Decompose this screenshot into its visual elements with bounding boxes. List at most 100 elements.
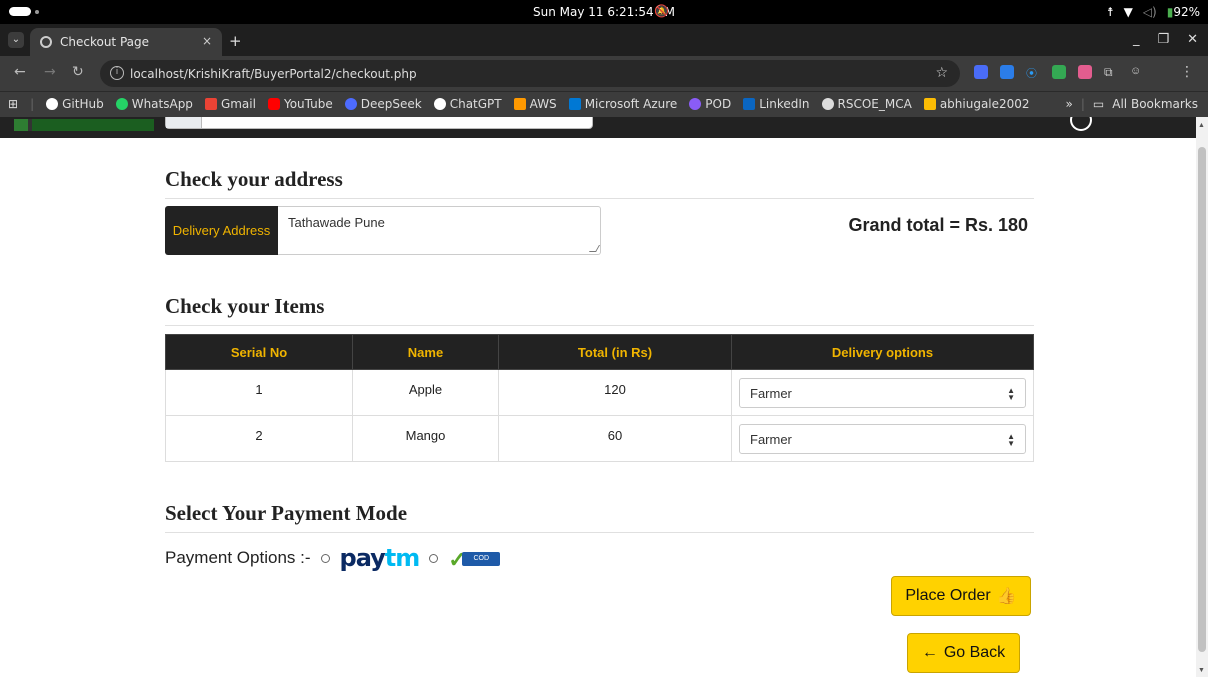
bookmark-star-icon[interactable]: ☆ [935,65,948,81]
extension-badge-icon[interactable] [1078,65,1092,79]
reload-icon[interactable]: ↻ [72,64,84,80]
all-bookmarks-button[interactable]: All Bookmarks [1112,97,1198,111]
bookmark-label: abhiugale2002 [939,97,1030,111]
payment-options-row: Payment Options :- paytm ✓ COD [165,544,501,572]
battery-percent: 92% [1173,5,1200,19]
address-heading: Check your address [165,167,1034,199]
extension-icon[interactable] [1052,65,1066,79]
globe-icon [40,36,52,48]
new-tab-button[interactable]: + [229,32,242,50]
paytm-logo: paytm [339,544,421,572]
bookmark-label: GitHub [62,97,104,111]
pod-icon [689,98,702,110]
bookmark-label: WhatsApp [131,97,193,111]
deepseek-icon [344,98,357,110]
url-text[interactable]: localhost/KrishiKraft/BuyerPortal2/check… [130,67,417,81]
bookmarks-bar: ⊞ | GitHub WhatsApp Gmail YouTube DeepSe… [0,91,1208,117]
tab-close-button[interactable]: × [202,34,212,48]
bookmark-github[interactable]: GitHub [46,97,104,111]
accessibility-icon[interactable]: ☨ [1107,5,1114,19]
payment-options-label: Payment Options :- [165,548,311,567]
bookmark-drive[interactable]: abhiugale2002 [923,97,1030,111]
paytm-radio[interactable] [320,553,330,563]
cell-total: 120 [498,369,732,416]
browser-menu-icon[interactable]: ⋮ [1180,64,1194,80]
whatsapp-icon [115,98,128,110]
bookmarks-divider: | [1080,97,1085,111]
page-viewport: Check your address Delivery Address Tath… [0,117,1196,677]
tab-search-icon[interactable]: ⌄ [8,32,24,48]
extension-icon[interactable] [974,65,988,79]
page-scrollbar[interactable]: ▲ ▼ [1196,117,1208,677]
profile-icon[interactable]: ☺ [1130,65,1144,79]
address-bar[interactable]: i localhost/KrishiKraft/BuyerPortal2/che… [100,60,960,87]
bookmark-label: YouTube [283,97,333,111]
globe-icon [821,98,834,110]
cell-total: 60 [498,415,732,462]
bookmark-azure[interactable]: Microsoft Azure [568,97,677,111]
paytm-logo-part1: pay [339,544,386,572]
bookmark-aws[interactable]: AWS [513,97,557,111]
restore-icon[interactable]: ❐ [1157,32,1169,47]
tab-title: Checkout Page [60,35,150,49]
select-arrows-icon: ▲ ▼ [1007,432,1015,448]
site-logo[interactable] [14,119,154,131]
extension-icon[interactable] [1000,65,1014,79]
delivery-address-label: Delivery Address [165,206,278,255]
extension-icons: ⦿ ⧉ ☺ [974,65,1144,80]
aws-icon [513,98,526,110]
forward-arrow-icon[interactable]: → [44,64,56,80]
site-search-button[interactable] [166,117,202,128]
site-navbar [0,117,1196,138]
select-arrows-icon: ▲ ▼ [1007,386,1015,402]
puzzle-icon[interactable]: ⧉ [1104,65,1118,79]
battery-indicator: ▮92% [1167,5,1200,19]
back-arrow-icon[interactable]: ← [14,64,26,80]
column-header-serial: Serial No [165,334,353,370]
minimize-icon[interactable]: _ [1133,32,1140,47]
bookmark-rscoe[interactable]: RSCOE_MCA [821,97,912,111]
bookmark-label: ChatGPT [449,97,502,111]
scroll-thumb[interactable] [1198,147,1206,652]
bookmark-deepseek[interactable]: DeepSeek [344,97,422,111]
cod-label: COD [462,552,501,566]
close-window-icon[interactable]: ✕ [1187,32,1198,47]
site-info-icon[interactable]: i [110,66,124,80]
bookmark-gmail[interactable]: Gmail [204,97,256,111]
cell-serial: 2 [165,415,353,462]
delivery-address-input[interactable]: Tathawade Pune [278,206,601,255]
gmail-icon [204,98,217,110]
azure-icon [568,98,581,110]
wave-extension-icon[interactable]: ⦿ [1026,65,1040,80]
bookmark-label: Gmail [220,97,256,111]
linkedin-icon [743,98,756,110]
site-search-input[interactable] [165,117,593,129]
cod-logo: ✓ COD [448,545,501,572]
bookmark-youtube[interactable]: YouTube [267,97,333,111]
scroll-down-icon[interactable]: ▼ [1198,667,1205,674]
go-back-button[interactable]: ← Go Back [907,633,1020,673]
tab-checkout-page[interactable]: Checkout Page × [30,28,222,56]
items-table: Serial No Name Total (in Rs) Delivery op… [165,334,1034,462]
bookmark-pod[interactable]: POD [689,97,731,111]
bookmark-linkedin[interactable]: LinkedIn [743,97,810,111]
apps-grid-icon[interactable]: ⊞ [8,97,18,111]
drive-icon [923,98,936,110]
bookmark-whatsapp[interactable]: WhatsApp [115,97,193,111]
delivery-option-select[interactable]: Farmer ▲ ▼ [739,424,1026,454]
chatgpt-icon [433,98,446,110]
bookmark-chatgpt[interactable]: ChatGPT [433,97,502,111]
system-tray[interactable]: ☨ ▼ ◁) ▮92% [1107,5,1200,19]
browser-tab-strip: ⌄ Checkout Page × + _ ❐ ✕ [0,24,1208,56]
delivery-option-select[interactable]: Farmer ▲ ▼ [739,378,1026,408]
browser-toolbar: ← → ↻ i localhost/KrishiKraft/BuyerPorta… [0,56,1208,91]
delivery-option-value: Farmer [750,432,792,447]
cell-name: Apple [352,369,499,416]
wifi-icon: ▼ [1123,5,1133,19]
scroll-up-icon[interactable]: ▲ [1198,122,1205,129]
user-avatar-icon[interactable] [1070,117,1092,131]
bookmarks-overflow-button[interactable]: » [1066,97,1073,111]
system-clock[interactable]: Sun May 11 6:21:54 PM [0,5,1208,19]
place-order-button[interactable]: Place Order 👍 [891,576,1031,616]
cod-radio[interactable] [429,553,439,563]
